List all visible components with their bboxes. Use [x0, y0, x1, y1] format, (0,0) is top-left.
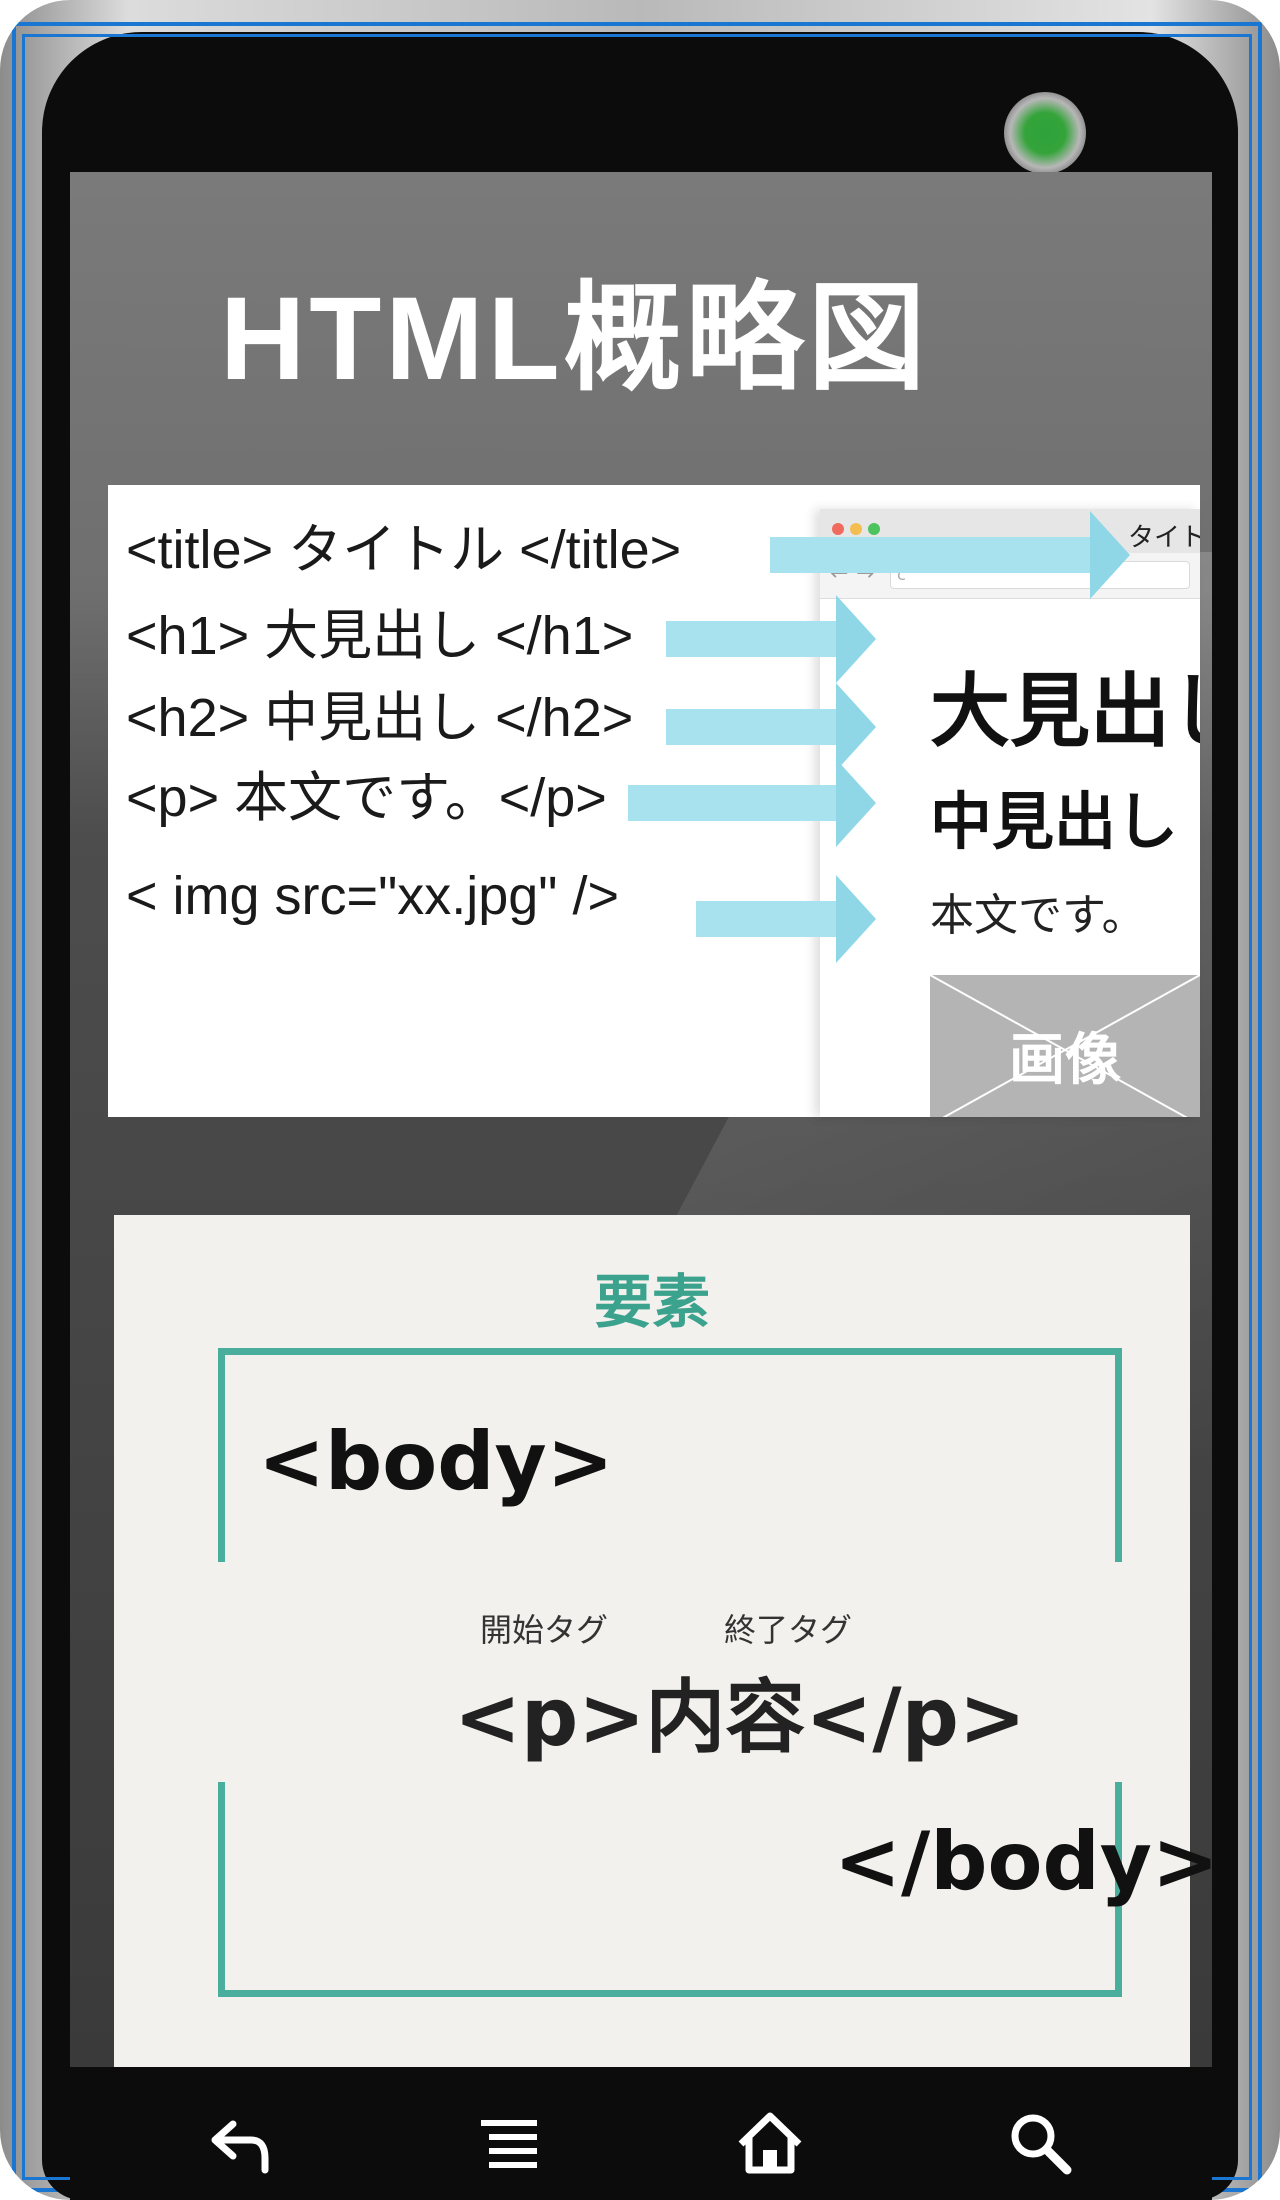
phone-device: HTML概略図 <title> タイトル </title> <h1> 大見出し … [0, 0, 1280, 2200]
body-close-tag: </body> [834, 1815, 1212, 1908]
search-button[interactable] [1000, 2103, 1080, 2183]
body-open-tag: <body> [258, 1415, 614, 1508]
start-tag-label: 開始タグ [480, 1611, 609, 1649]
menu-icon [481, 2120, 537, 2168]
arrow-h2 [666, 683, 876, 771]
image-placeholder-label: 画像 [1009, 1028, 1121, 1093]
arrow-p [628, 759, 876, 847]
back-icon [211, 2120, 269, 2174]
code-line-p: <p> 本文です。</p> [126, 768, 607, 828]
element-heading: 要素 [593, 1268, 710, 1336]
element-diagram: 要素 <body> 開始タグ 終了タグ <p>内容</p> </body> [114, 1215, 1212, 2067]
rendered-heading2: 中見出し [930, 785, 1179, 858]
rendered-image-placeholder: 画像 [930, 975, 1200, 1117]
back-button[interactable] [200, 2103, 280, 2183]
end-tag-label: 終了タグ [724, 1611, 853, 1649]
arrow-title [770, 511, 1130, 599]
code-line-h1: <h1> 大見出し </h1> [126, 606, 634, 666]
home-button[interactable] [730, 2103, 810, 2183]
home-icon [738, 2112, 802, 2174]
front-camera [1004, 92, 1086, 174]
arrow-h1 [666, 595, 876, 683]
rendered-heading1: 大見出し [930, 665, 1200, 758]
page-title: HTML概略図 [220, 273, 930, 405]
search-icon [1011, 2114, 1072, 2175]
browser-mockup: タイトル ← → c 大見出し 中見出し 本文です。 画像 [820, 509, 1200, 1117]
phone-screen: HTML概略図 <title> タイトル </title> <h1> 大見出し … [70, 172, 1212, 2067]
bottom-navigation-bar [70, 2067, 1212, 2200]
code-line-h2: <h2> 中見出し </h2> [126, 688, 634, 748]
rendered-paragraph: 本文です。 [930, 890, 1146, 941]
arrow-img [696, 875, 876, 963]
p-element-example: <p>内容</p> [454, 1671, 1026, 1764]
code-line-img: < img src="xx.jpg" /> [126, 866, 620, 926]
code-line-title: <title> タイトル </title> [126, 520, 682, 580]
menu-button[interactable] [470, 2103, 550, 2183]
html-rendering-diagram: <title> タイトル </title> <h1> 大見出し </h1> <h… [108, 485, 1200, 1117]
browser-tab-title: タイトル [1128, 523, 1200, 553]
